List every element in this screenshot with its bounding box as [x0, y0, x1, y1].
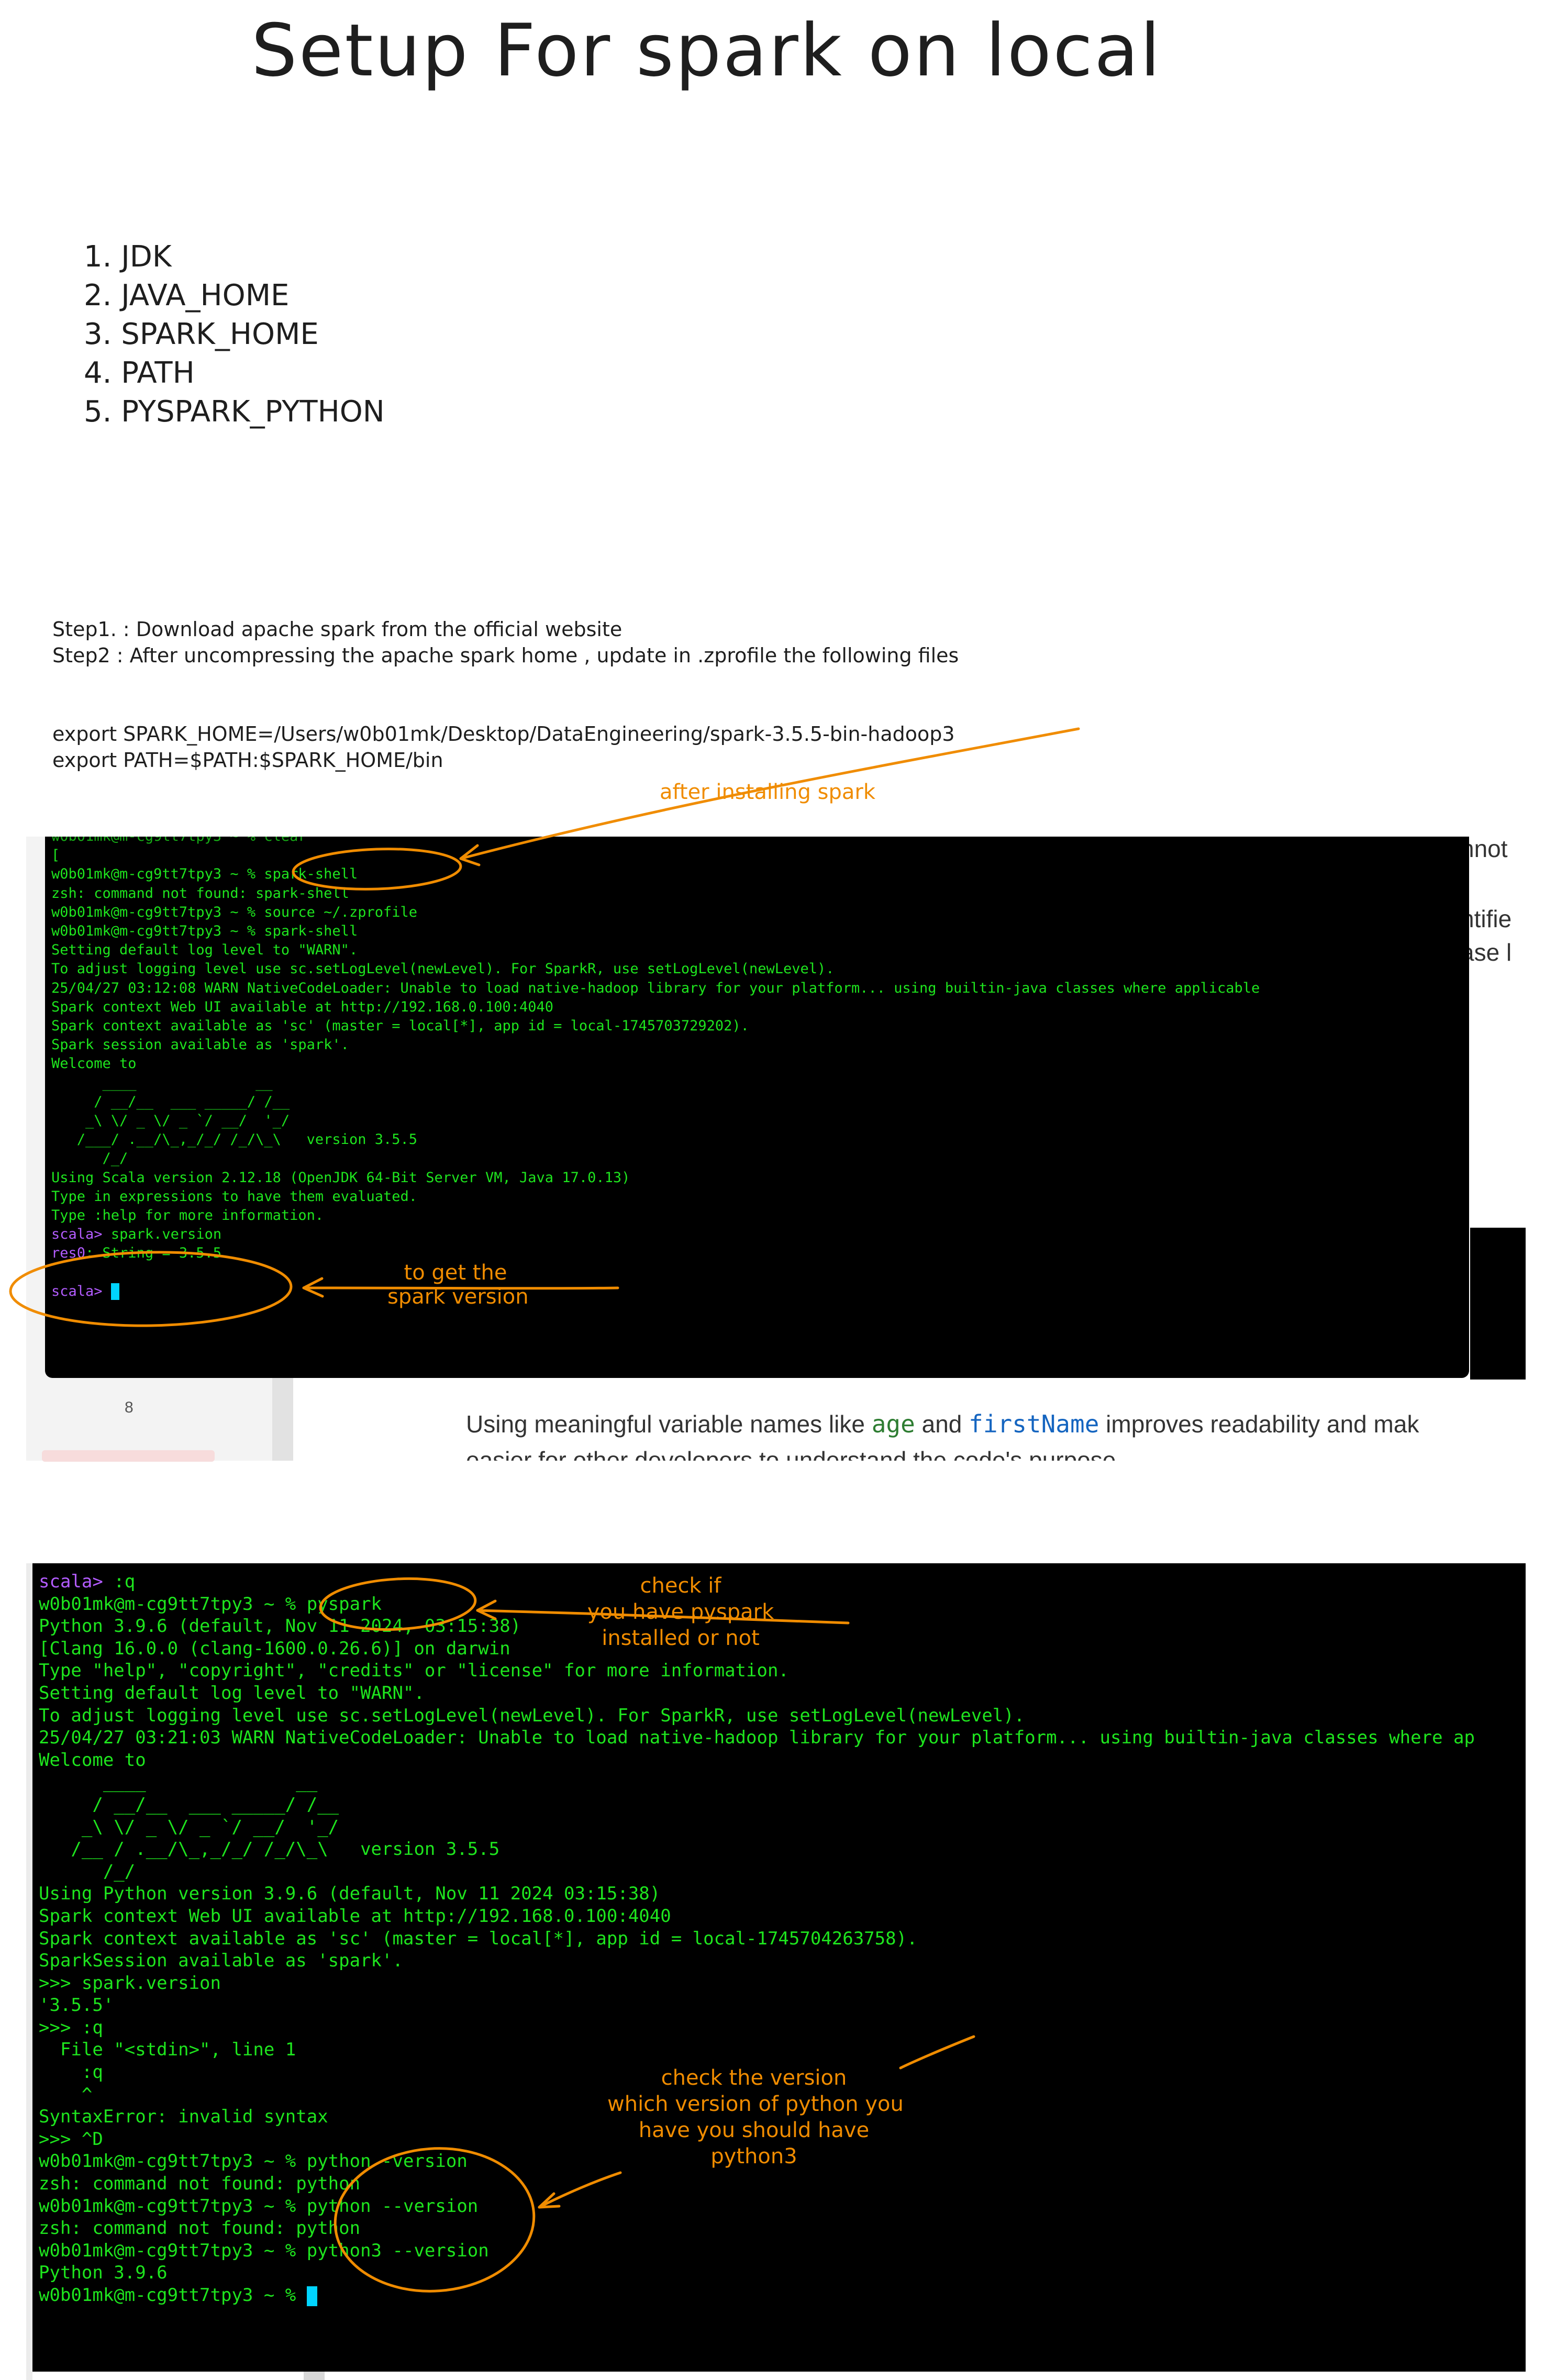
step-1-text: Step1. : Download apache spark from the …	[52, 618, 623, 641]
background-page-number: 8	[125, 1399, 134, 1416]
shell-prompt: w0b01mk@m-cg9tt7tpy3 ~ %	[39, 2285, 307, 2306]
terminal-line: >>> :q	[39, 2017, 103, 2038]
annotation-after-installing: after installing spark	[660, 780, 875, 804]
checklist-item: 3. SPARK_HOME	[84, 317, 319, 351]
spark-shell-terminal[interactable]: w0b01mk@m-cg9tt7tpy3 ~ % clear [ w0b01mk…	[45, 837, 1469, 1378]
terminal-input-line[interactable]: scala>	[51, 1282, 1463, 1301]
terminal-line: Welcome to	[39, 1749, 146, 1771]
scala-prompt: scala>	[51, 1226, 103, 1243]
terminal-input-line[interactable]: w0b01mk@m-cg9tt7tpy3 ~ %	[39, 2284, 1519, 2307]
terminal-line: scala> spark.version	[51, 1225, 1463, 1244]
annotation-check-pyspark: check if you have pyspark installed or n…	[587, 1574, 774, 1650]
terminal-line: Type :help for more information.	[51, 1207, 324, 1224]
terminal-line: Type in expressions to have them evaluat…	[51, 1188, 417, 1205]
spark-ascii-logo: / __/__ ___ _____/ /__	[39, 1794, 339, 1815]
terminal-line: To adjust logging level use sc.setLogLev…	[51, 961, 835, 977]
terminal-line: Spark context Web UI available at http:/…	[39, 1905, 671, 1927]
background-sentence: Using meaningful variable names like age…	[466, 1410, 1419, 1438]
pyspark-terminal[interactable]: scala> :q w0b01mk@m-cg9tt7tpy3 ~ % pyspa…	[32, 1563, 1526, 2372]
terminal-line: Using Scala version 2.12.18 (OpenJDK 64-…	[51, 1169, 630, 1186]
spark-ascii-logo: /_/	[39, 1861, 136, 1882]
spark-ascii-logo: _\ \/ _ \/ _ `/ __/ '_/	[51, 1113, 290, 1129]
export-path: export PATH=$PATH:$SPARK_HOME/bin	[52, 749, 443, 772]
background-scrollbar	[304, 2372, 325, 2380]
terminal-line: Type "help", "copyright", "credits" or "…	[39, 1660, 789, 1682]
terminal-line: Spark context available as 'sc' (master …	[39, 1928, 918, 1949]
checklist-item: 2. JAVA_HOME	[84, 279, 290, 313]
spark-ascii-logo: _\ \/ _ \/ _ `/ __/ '_/	[39, 1816, 339, 1838]
terminal-line: [	[51, 847, 60, 864]
terminal-line: Setting default log level to "WARN".	[39, 1682, 425, 1704]
terminal-line: w0b01mk@m-cg9tt7tpy3 ~ % python --versio…	[39, 2195, 479, 2217]
terminal-line: 25/04/27 03:21:03 WARN NativeCodeLoader:…	[39, 1727, 1475, 1749]
terminal-line: zsh: command not found: python	[39, 2218, 361, 2239]
terminal-line: zsh: command not found: python	[39, 2173, 361, 2195]
terminal-line: To adjust logging level use sc.setLogLev…	[39, 1705, 1025, 1726]
terminal-line: SparkSession available as 'spark'.	[39, 1950, 403, 1972]
terminal-line: Using Python version 3.9.6 (default, Nov…	[39, 1883, 661, 1905]
scala-command: spark.version	[110, 1226, 222, 1243]
terminal-cursor	[306, 2286, 317, 2306]
annotation-get-version: to get the spark version	[387, 1261, 529, 1309]
background-card	[42, 1450, 215, 1462]
terminal-line: Spark context Web UI available at http:/…	[51, 998, 554, 1015]
annotation-check-python: check the version which version of pytho…	[607, 2066, 904, 2168]
terminal-line: Setting default log level to "WARN".	[51, 942, 358, 959]
spark-ascii-logo: /___/ .__/\_,_/_/ /_/\_\ version 3.5.5	[51, 1131, 417, 1148]
spark-ascii-logo: ____ __	[51, 1074, 273, 1091]
spark-ascii-logo: /__ / .__/\_,_/_/ /_/\_\ version 3.5.5	[39, 1839, 500, 1860]
background-dark-block	[1470, 1228, 1526, 1380]
checklist-item: 5. PYSPARK_PYTHON	[84, 395, 385, 429]
checklist-item: 4. PATH	[84, 356, 195, 390]
terminal-line: w0b01mk@m-cg9tt7tpy3 ~ % python3 --versi…	[39, 2240, 489, 2261]
terminal-line: res0: String = 3.5.5	[51, 1244, 1463, 1263]
background-sentence-clipped: easier for other developers to understan…	[466, 1447, 1116, 1461]
step-2-text: Step2 : After uncompressing the apache s…	[52, 644, 959, 667]
terminal-line: w0b01mk@m-cg9tt7tpy3 ~ % spark-shell	[51, 923, 358, 940]
terminal-line: Spark context available as 'sc' (master …	[51, 1018, 749, 1035]
terminal-line: Python 3.9.6	[39, 2262, 168, 2284]
terminal-line: w0b01mk@m-cg9tt7tpy3 ~ % source ~/.zprof…	[51, 904, 417, 920]
terminal-line: Welcome to	[51, 1055, 137, 1072]
setup-checklist: 1. JDK 2. JAVA_HOME 3. SPARK_HOME 4. PAT…	[84, 238, 385, 431]
scala-prompt: scala>	[51, 1283, 103, 1299]
terminal-line: File "<stdin>", line 1	[39, 2039, 296, 2061]
result-value: : String = 3.5.5	[85, 1245, 222, 1262]
terminal-line: w0b01mk@m-cg9tt7tpy3 ~ % spark-shell	[51, 866, 358, 883]
background-edge	[26, 1563, 32, 2380]
result-label: res0	[51, 1245, 86, 1262]
terminal-line: Spark session available as 'spark'.	[51, 1037, 349, 1053]
spark-ascii-logo: ____ __	[39, 1772, 318, 1793]
terminal-cursor	[110, 1283, 119, 1300]
spark-ascii-logo: /_/	[51, 1150, 128, 1167]
terminal-line: 25/04/27 03:12:08 WARN NativeCodeLoader:…	[51, 980, 1260, 996]
terminal-line: w0b01mk@m-cg9tt7tpy3 ~ % clear	[51, 837, 1463, 846]
checklist-item: 1. JDK	[84, 240, 172, 274]
terminal-line: '3.5.5'	[39, 1995, 114, 2016]
export-spark-home: export SPARK_HOME=/Users/w0b01mk/Desktop…	[52, 722, 955, 746]
terminal-line: >>> spark.version	[39, 1972, 221, 1994]
terminal-line: zsh: command not found: spark-shell	[51, 885, 349, 902]
page-title: Setup For spark on local	[251, 8, 1162, 93]
spark-ascii-logo: / __/__ ___ _____/ /__	[51, 1093, 290, 1110]
